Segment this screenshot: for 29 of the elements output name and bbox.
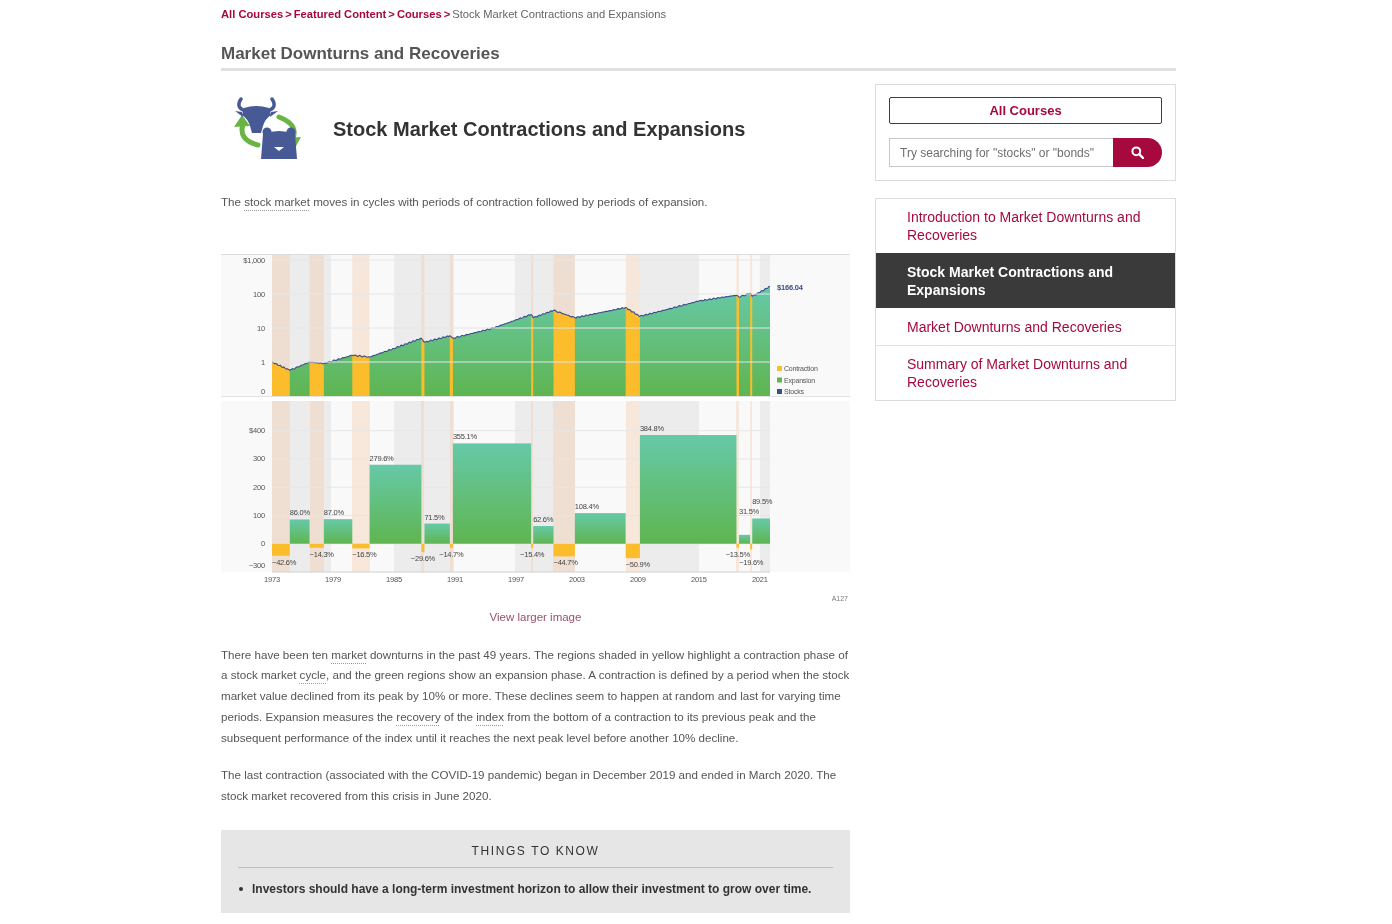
search-button[interactable] — [1113, 138, 1162, 167]
body-paragraph: The last contraction (associated with the COVID-19 pandemic) began in December 2019 and ended in March 2020. The stock market recovered from this crisis in June 2020. — [221, 767, 838, 804]
breadcrumb-separator: > — [443, 7, 451, 21]
glossary-link[interactable]: cycle — [299, 668, 327, 682]
course-nav-item[interactable]: Introduction to Market Downturns and Recoveries — [876, 199, 1175, 253]
breadcrumb-current: Stock Market Contractions and Expansions — [452, 7, 667, 21]
course-nav-item[interactable]: Summary of Market Downturns and Recoveries — [876, 345, 1175, 400]
all-courses-button[interactable]: All Courses — [889, 97, 1162, 124]
view-larger-image-link[interactable]: View larger image — [489, 608, 582, 625]
breadcrumb-link[interactable]: Courses — [396, 7, 442, 21]
glossary-link[interactable]: stock market — [244, 195, 310, 208]
breadcrumb-separator: > — [285, 7, 292, 21]
glossary-link[interactable]: recovery — [396, 709, 441, 723]
body-paragraph: The stock market moves in cycles with periods of contraction followed by periods of expansion. — [221, 194, 709, 210]
breadcrumb-separator: > — [388, 7, 395, 21]
breadcrumb-link[interactable]: Featured Content — [293, 7, 387, 21]
search-field[interactable]: Try searching for "stocks" or "bonds" — [889, 138, 1113, 167]
list-item-text: Investors should have a long-term investment horizon to allow their investment to grow over time. — [252, 880, 812, 897]
box-heading: THINGS TO KNOW — [471, 843, 600, 858]
search-icon — [1131, 146, 1144, 159]
page-title: Market Downturns and Recoveries — [221, 43, 500, 65]
lesson-title: Stock Market Contractions and Expansions — [333, 116, 746, 142]
breadcrumb-link[interactable]: All Courses — [221, 7, 284, 21]
bullet-icon — [239, 886, 243, 891]
course-nav-item[interactable]: Market Downturns and Recoveries — [876, 308, 1175, 345]
glossary-link[interactable]: market — [331, 647, 367, 661]
body-paragraph: There have been ten market downturns in the past 49 years. The regions shaded in yellow highlight a contraction phase of a stock market cycle, and the green regions show an expansion phase. A contraction is defined by a period when the stock market value declined from its peak by 10% or more. These declines seem to happen at random and last for varying time periods. Expansion measures the recovery of the index from the bottom of a contraction to its previous peak and the subsequent performance of the index until it reaches the next peak level before another 10% decline. — [221, 646, 850, 746]
glossary-link[interactable]: index — [476, 709, 504, 723]
course-nav-item[interactable]: Stock Market Contractions and Expansions — [876, 253, 1175, 308]
